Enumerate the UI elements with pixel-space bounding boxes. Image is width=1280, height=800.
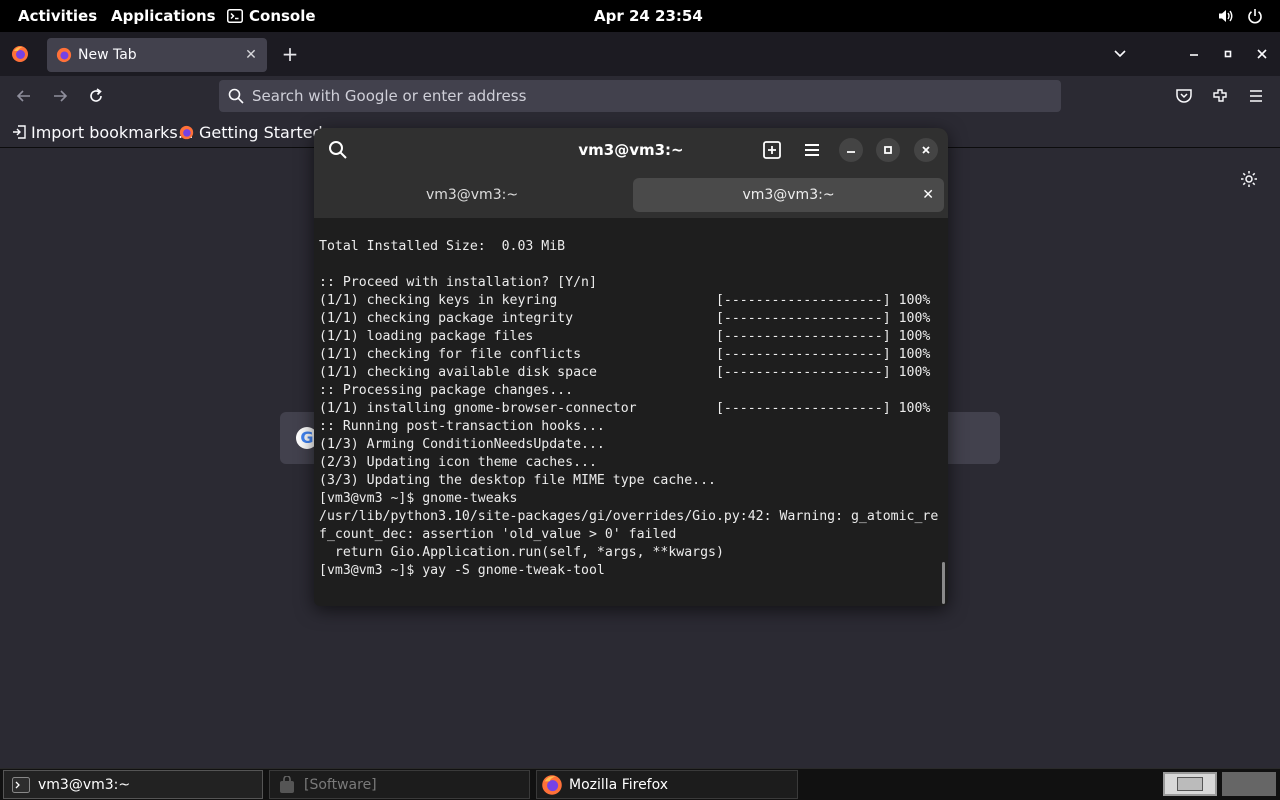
terminal-line: (2/3) Updating icon theme caches... [319, 455, 597, 470]
console-app-menu[interactable]: Console [227, 0, 316, 32]
console-tab-label: vm3@vm3:~ [425, 187, 519, 203]
terminal-line: [vm3@vm3 ~]$ yay -S gnome-tweak-tool [319, 563, 605, 578]
extensions-icon[interactable] [1210, 86, 1230, 106]
console-window: vm3@vm3:~ vm3@vm3:~ vm3@vm3:~ ✕ Total In… [314, 128, 948, 606]
terminal-line: (1/3) Arming ConditionNeedsUpdate... [319, 437, 605, 452]
task-label: vm3@vm3:~ [38, 776, 131, 793]
console-tab-1[interactable]: vm3@vm3:~ [316, 178, 628, 212]
forward-icon[interactable] [50, 86, 70, 106]
list-all-tabs-icon[interactable] [1110, 44, 1130, 64]
minimize-icon [847, 151, 855, 153]
terminal-scrollbar[interactable] [942, 562, 945, 604]
url-bar[interactable]: Search with Google or enter address [219, 80, 1061, 112]
activities-button[interactable]: Activities [18, 0, 97, 32]
applications-menu[interactable]: Applications [111, 0, 216, 32]
power-icon[interactable] [1247, 8, 1263, 24]
pocket-icon[interactable] [1174, 86, 1194, 106]
maximize-button[interactable] [876, 138, 900, 162]
terminal-line: f_count_dec: assertion 'old_value > 0' f… [319, 527, 677, 542]
terminal-line: :: Processing package changes... [319, 383, 574, 398]
terminal-line: [vm3@vm3 ~]$ gnome-tweaks [319, 491, 518, 506]
software-bag-icon [280, 775, 294, 793]
console-app-label: Console [249, 7, 316, 25]
import-icon [13, 125, 26, 139]
terminal-line: (1/1) loading package files [-----------… [319, 329, 931, 344]
tab-title: New Tab [78, 47, 137, 63]
search-icon [228, 88, 244, 104]
workspace-2[interactable] [1222, 772, 1276, 796]
maximize-icon [884, 146, 892, 154]
terminal-line: (1/1) checking available disk space [---… [319, 365, 931, 380]
task-console[interactable]: vm3@vm3:~ [3, 770, 263, 799]
task-label: Mozilla Firefox [569, 776, 669, 793]
bookmark-import-label: Import bookmarks… [31, 122, 194, 142]
terminal-line: (1/1) checking for file conflicts [-----… [319, 347, 931, 362]
close-tab-icon[interactable]: ✕ [241, 47, 261, 63]
terminal-icon [227, 9, 243, 23]
volume-icon[interactable] [1218, 8, 1234, 24]
task-label: [Software] [304, 776, 377, 793]
close-icon [922, 146, 930, 154]
task-software[interactable]: [Software] [269, 770, 530, 799]
close-button[interactable] [914, 138, 938, 162]
firefox-logo-icon [12, 46, 28, 62]
workspace-window-thumbnail [1177, 777, 1203, 791]
close-window-icon[interactable] [1252, 44, 1272, 64]
firefox-tab-icon [56, 47, 72, 63]
gnome-top-bar: Activities Applications Console Apr 24 2… [0, 0, 1280, 32]
console-tab-label: vm3@vm3:~ [742, 187, 835, 203]
bookmark-import[interactable]: Import bookmarks… [12, 122, 194, 142]
terminal-line: return Gio.Application.run(self, *args, … [319, 545, 724, 560]
terminal-icon [12, 776, 30, 793]
close-tab-icon[interactable]: ✕ [922, 187, 934, 203]
workspace-1[interactable] [1163, 772, 1217, 796]
hamburger-menu-icon[interactable] [800, 138, 824, 162]
console-tab-2[interactable]: vm3@vm3:~ ✕ [633, 178, 944, 212]
reload-icon[interactable] [86, 86, 106, 106]
back-icon[interactable] [14, 86, 34, 106]
terminal-line: Total Installed Size: 0.03 MiB [319, 239, 566, 254]
terminal-line: (3/3) Updating the desktop file MIME typ… [319, 473, 716, 488]
terminal-line: :: Proceed with installation? [Y/n] [319, 275, 597, 290]
maximize-icon[interactable] [1218, 44, 1238, 64]
clock[interactable]: Apr 24 23:54 [594, 0, 703, 32]
minimize-button[interactable] [839, 138, 863, 162]
terminal-line: :: Running post-transaction hooks... [319, 419, 605, 434]
tab-new-tab[interactable]: New Tab ✕ [47, 38, 267, 72]
menu-icon[interactable] [1246, 86, 1266, 106]
settings-gear-icon[interactable] [1240, 170, 1258, 188]
terminal-line: /usr/lib/python3.10/site-packages/gi/ove… [319, 509, 939, 524]
firefox-bookmark-icon [179, 125, 194, 139]
terminal-line: (1/1) checking keys in keyring [--------… [319, 293, 931, 308]
bookmark-getting-started[interactable]: Getting Started [179, 122, 323, 142]
terminal-output[interactable]: Total Installed Size: 0.03 MiB :: Procee… [319, 238, 943, 598]
console-header-bar: vm3@vm3:~ [314, 128, 948, 174]
console-tab-bar: vm3@vm3:~ vm3@vm3:~ ✕ [314, 174, 948, 218]
new-tab-button[interactable]: + [280, 43, 300, 65]
url-placeholder: Search with Google or enter address [252, 87, 527, 105]
bookmark-getting-started-label: Getting Started [199, 122, 323, 142]
minimize-icon[interactable] [1184, 44, 1204, 64]
new-tab-icon[interactable] [760, 138, 784, 162]
firefox-logo-icon [542, 774, 562, 795]
task-firefox[interactable]: Mozilla Firefox [536, 770, 798, 799]
terminal-line: (1/1) checking package integrity [------… [319, 311, 931, 326]
terminal-line: (1/1) installing gnome-browser-connector… [319, 401, 931, 416]
